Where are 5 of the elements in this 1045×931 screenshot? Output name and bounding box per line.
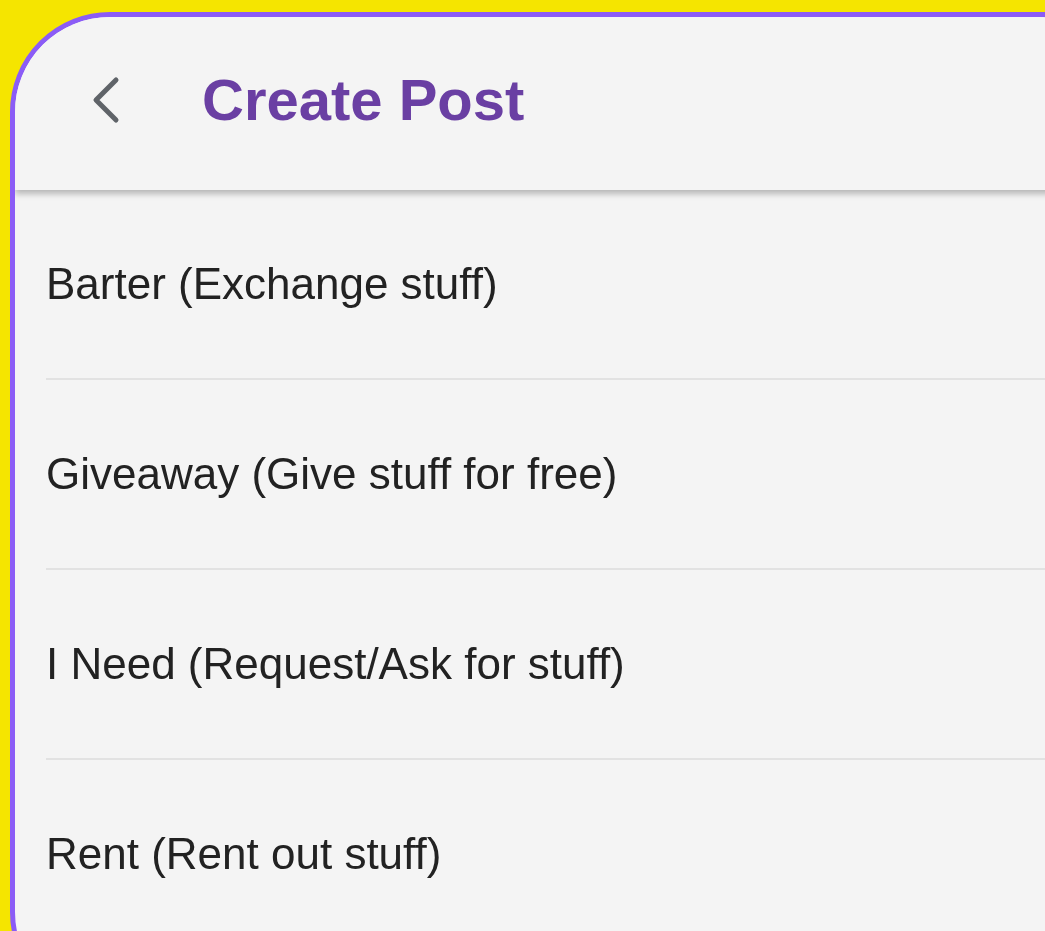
post-type-option[interactable]: Giveaway (Give stuff for free) — [46, 380, 1045, 570]
post-type-option[interactable]: Barter (Exchange stuff) — [46, 190, 1045, 380]
post-type-option[interactable]: I Need (Request/Ask for stuff) — [46, 570, 1045, 760]
page-title: Create Post — [202, 66, 525, 133]
post-type-option[interactable]: Rent (Rent out stuff) — [46, 760, 1045, 931]
